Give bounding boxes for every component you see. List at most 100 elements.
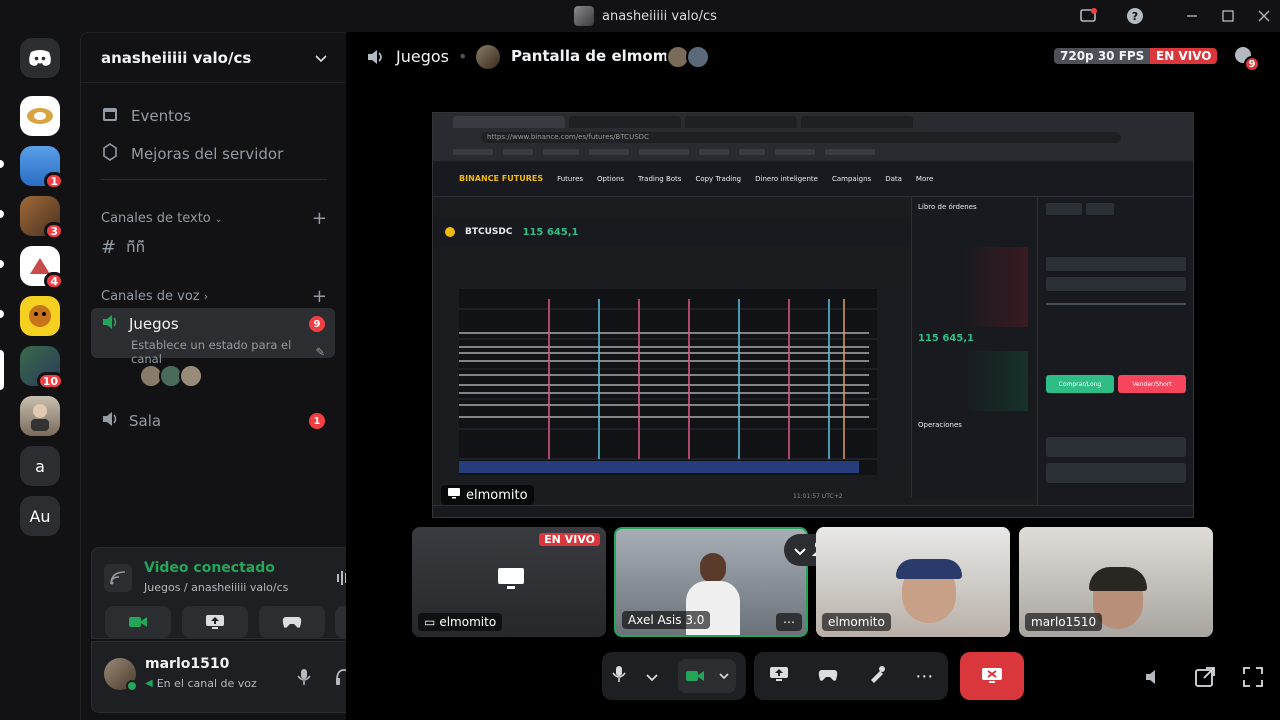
server-5[interactable] <box>20 296 60 336</box>
browser-tab[interactable] <box>801 116 913 128</box>
add-channel-icon[interactable]: + <box>312 286 327 307</box>
discord-home-icon[interactable] <box>20 38 60 78</box>
nav-item[interactable]: Options <box>597 175 624 183</box>
chevron-down-icon[interactable] <box>646 667 658 686</box>
nav-item[interactable]: Copy Trading <box>695 175 741 183</box>
more-options-icon[interactable]: ⋯ <box>776 613 802 631</box>
pencil-icon[interactable]: ✎ <box>315 345 325 359</box>
activities-button[interactable] <box>259 606 325 638</box>
server-6[interactable]: 10 <box>20 346 64 390</box>
popout-icon[interactable] <box>1194 666 1216 692</box>
server-2[interactable]: 1 <box>20 146 64 190</box>
binance-nav: BINANCE FUTURES Futures Options Trading … <box>433 161 1193 197</box>
participant-name: elmomito <box>439 615 497 629</box>
window-title-text: anasheiiiii valo/cs <box>602 8 717 24</box>
camera-button[interactable] <box>105 606 171 638</box>
server-a[interactable]: a <box>20 446 60 486</box>
nav-item[interactable]: Futures <box>557 175 583 183</box>
signal-icon[interactable] <box>104 564 132 592</box>
close-icon[interactable] <box>1254 6 1274 26</box>
activities-icon[interactable] <box>818 667 838 686</box>
browser-tab[interactable] <box>453 116 565 128</box>
screen-share-button[interactable] <box>182 606 248 638</box>
server-7[interactable] <box>20 396 60 436</box>
category-text-channels[interactable]: Canales de texto ⌄ + <box>101 208 327 229</box>
participant-tile-screen[interactable]: EN VIVO ▭ elmomito <box>412 527 606 637</box>
microphone-icon[interactable] <box>612 665 626 687</box>
bids <box>918 351 1028 411</box>
speaker-icon: ◀ <box>145 678 153 689</box>
leave-call-button[interactable] <box>960 652 1024 700</box>
nav-item[interactable]: Trading Bots <box>638 175 681 183</box>
server-3[interactable]: 3 <box>20 196 64 240</box>
nav-item[interactable]: More <box>916 175 933 183</box>
screen-share-icon[interactable] <box>769 666 789 686</box>
voice-channel-sala[interactable]: Sala 1 <box>91 407 335 435</box>
online-status-indicator <box>126 680 138 692</box>
channel-status[interactable]: Establece un estado para el canal <box>131 338 309 366</box>
browser-tab[interactable] <box>569 116 681 128</box>
help-icon[interactable]: ? <box>1125 6 1145 26</box>
hash-icon: # <box>101 236 117 258</box>
server-rail: 1 3 4 10 a Au <box>0 32 80 720</box>
participant-name: Axel Asis 3.0 <box>628 613 705 627</box>
microphone-icon[interactable] <box>297 668 311 690</box>
share-activities-controls: ⋯ <box>754 652 948 700</box>
tile-label: elmomito <box>822 613 891 631</box>
channel-label: Sala <box>129 412 162 430</box>
binance-logo[interactable]: BINANCE FUTURES <box>459 174 543 183</box>
guild-header[interactable]: anasheiiiii valo/cs <box>81 33 347 83</box>
mention-badge: 3 <box>44 222 64 240</box>
order-form: Comprar/Long Vender/Short <box>1037 197 1193 517</box>
screen-share-icon <box>447 487 461 503</box>
screen-share-stream[interactable]: https://www.binance.com/es/futures/BTCUS… <box>432 112 1194 518</box>
server-au[interactable]: Au <box>20 496 60 536</box>
voice-location[interactable]: Juegos / anasheiiiii valo/cs <box>144 581 288 594</box>
end-stream-icon <box>982 668 1002 683</box>
participant-tile-axel[interactable]: ⋯ Axel Asis 3.0 <box>614 527 808 637</box>
server-4[interactable]: 4 <box>20 246 64 290</box>
url-bar[interactable]: https://www.binance.com/es/futures/BTCUS… <box>481 132 1121 143</box>
avatar[interactable] <box>179 364 203 388</box>
screen-share-icon: ▭ <box>424 615 436 629</box>
price-chart[interactable] <box>459 289 905 475</box>
calendar-icon <box>101 105 119 127</box>
camera-toggle[interactable] <box>678 659 736 693</box>
participant-tile-elmomito-cam[interactable]: elmomito <box>816 527 1010 637</box>
soundboard-icon[interactable] <box>868 665 886 687</box>
symbol[interactable]: BTCUSDC <box>465 227 512 237</box>
boost-icon <box>101 143 119 165</box>
events-link[interactable]: Eventos <box>101 105 191 127</box>
voice-channel-juegos[interactable]: Juegos 9 Establece un estado para el can… <box>91 308 335 366</box>
nav-item[interactable]: Data <box>885 175 902 183</box>
minimize-icon[interactable] <box>1182 6 1202 26</box>
tile-label: Axel Asis 3.0 <box>622 611 711 629</box>
stream-quality-badge: 720p 30 FPS <box>1054 48 1151 64</box>
channel-badge: 9 <box>309 316 325 332</box>
chevron-down-icon <box>315 49 327 67</box>
selected-indicator <box>0 350 4 390</box>
inbox-icon[interactable] <box>1078 6 1098 26</box>
browser-tab[interactable] <box>685 116 797 128</box>
nav-item[interactable]: Campaigns <box>832 175 871 183</box>
viewer-avatar[interactable] <box>686 45 710 69</box>
mention-badge: 10 <box>36 372 64 390</box>
participant-tile-marlo[interactable]: marlo1510 <box>1019 527 1213 637</box>
server-boost-link[interactable]: Mejoras del servidor <box>101 143 283 165</box>
browser-chrome: https://www.binance.com/es/futures/BTCUS… <box>433 113 1193 161</box>
category-voice-channels[interactable]: Canales de voz › + <box>101 286 327 307</box>
sell-short-button[interactable]: Vender/Short <box>1118 375 1186 393</box>
username[interactable]: marlo1510 <box>145 656 229 672</box>
volume-icon[interactable] <box>1144 668 1164 690</box>
buy-long-button[interactable]: Comprar/Long <box>1046 375 1114 393</box>
more-options-icon[interactable]: ⋯ <box>915 666 933 687</box>
text-channel[interactable]: # ñ̃ñ̃ <box>91 233 335 261</box>
add-channel-icon[interactable]: + <box>312 208 327 229</box>
nav-item[interactable]: Dinero inteligente <box>755 175 818 183</box>
avatar[interactable] <box>476 45 500 69</box>
maximize-icon[interactable] <box>1218 6 1238 26</box>
fullscreen-icon[interactable] <box>1242 666 1264 692</box>
voice-participants <box>139 364 203 388</box>
server-1[interactable] <box>20 96 60 136</box>
notification-icon[interactable]: 9 <box>1234 46 1260 72</box>
